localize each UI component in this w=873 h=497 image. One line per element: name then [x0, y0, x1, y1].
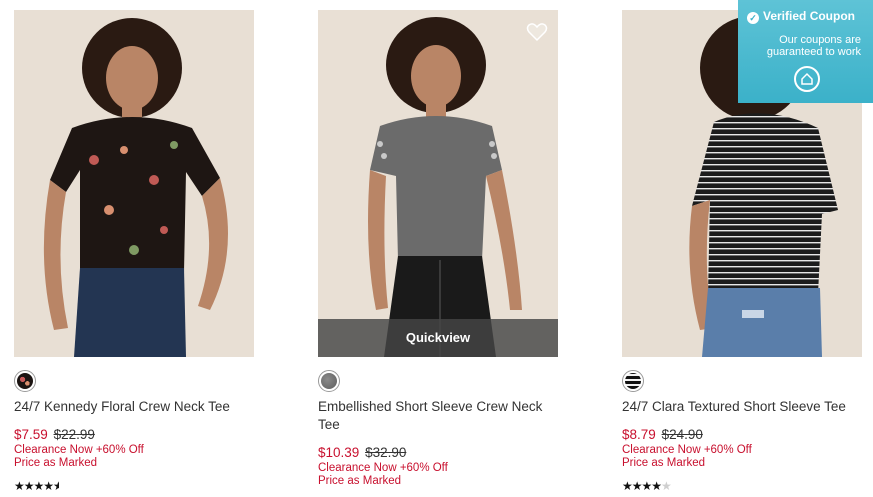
promo-text-clearance: Clearance Now +60% Off: [14, 444, 144, 456]
promo-text-price-as-marked: Price as Marked: [318, 475, 402, 487]
star-rating-filled: ★★★★: [622, 479, 662, 493]
original-price: $32.90: [365, 445, 407, 460]
color-swatch-heather-gray[interactable]: [318, 370, 340, 392]
sale-price: $7.59: [14, 427, 48, 442]
coupon-title-text: Verified Coupon: [763, 9, 856, 23]
promo-text-clearance: Clearance Now +60% Off: [318, 462, 448, 474]
half-star-icon: ★: [53, 479, 60, 493]
product-price: $7.59 $22.99: [14, 427, 95, 443]
color-swatch-black-white-stripe[interactable]: [622, 370, 644, 392]
product-name[interactable]: 24/7 Clara Textured Short Sleeve Tee: [622, 398, 862, 416]
promo-text-price-as-marked: Price as Marked: [622, 457, 706, 469]
quickview-button[interactable]: Quickview: [318, 319, 558, 357]
product-image[interactable]: Quickview: [318, 10, 558, 357]
product-name[interactable]: Embellished Short Sleeve Crew Neck Tee: [318, 398, 558, 434]
original-price: $22.99: [53, 427, 95, 442]
product-name[interactable]: 24/7 Kennedy Floral Crew Neck Tee: [14, 398, 254, 416]
sale-price: $10.39: [318, 445, 360, 460]
star-rating-empty: ★: [661, 479, 672, 493]
original-price: $24.90: [661, 427, 703, 442]
promo-text-price-as-marked: Price as Marked: [14, 457, 98, 469]
heart-icon[interactable]: [526, 22, 548, 42]
product-image[interactable]: [14, 10, 254, 357]
color-swatch-black-floral[interactable]: [14, 370, 36, 392]
coupon-subtitle: Our coupons are guaranteed to work: [766, 34, 861, 58]
star-rating-filled: ★★★★: [14, 479, 54, 493]
star-rating[interactable]: ★★★★★: [14, 479, 59, 493]
verified-coupon-widget[interactable]: ✓ Verified Coupon Our coupons are guarant…: [738, 0, 873, 103]
check-circle-icon: ✓: [747, 12, 759, 24]
sale-price: $8.79: [622, 427, 656, 442]
star-rating[interactable]: ★★★★★: [622, 479, 672, 493]
product-card[interactable]: 24/7 Kennedy Floral Crew Neck Tee $7.59 …: [14, 0, 254, 497]
coupon-badge-icon[interactable]: [794, 66, 820, 92]
product-card[interactable]: Quickview Embellished Short Sleeve Crew …: [318, 0, 558, 497]
product-price: $8.79 $24.90: [622, 427, 703, 443]
promo-text-clearance: Clearance Now +60% Off: [622, 444, 752, 456]
coupon-title: ✓ Verified Coupon: [747, 9, 855, 24]
product-price: $10.39 $32.90: [318, 445, 406, 461]
